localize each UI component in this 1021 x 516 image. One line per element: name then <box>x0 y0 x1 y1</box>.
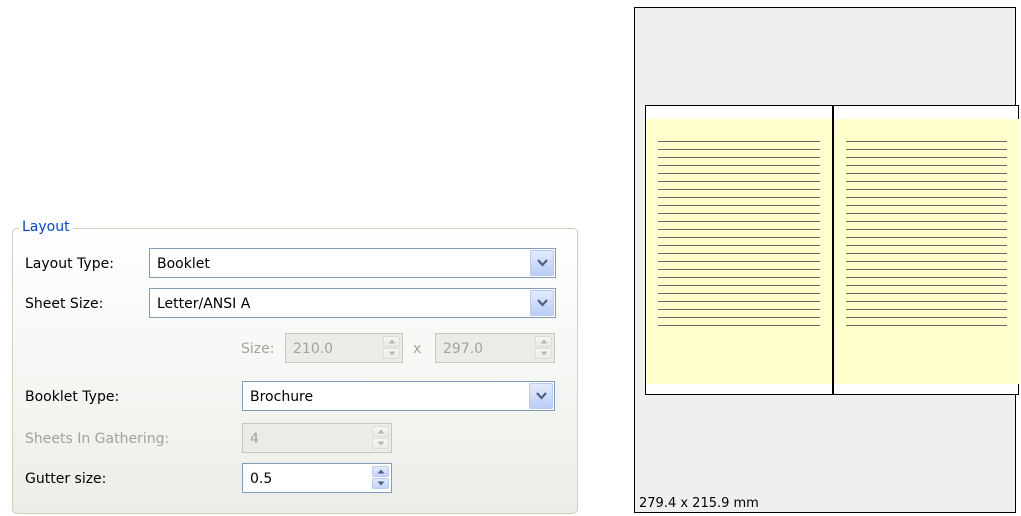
size-separator: x <box>413 341 422 357</box>
preview-text-line <box>658 277 820 278</box>
gutter-size-spin-buttons[interactable] <box>372 466 389 490</box>
preview-text-line <box>658 221 820 222</box>
chevron-down-icon[interactable] <box>529 383 553 409</box>
size-height-value: 297.0 <box>443 341 484 357</box>
preview-text-line <box>658 181 820 182</box>
preview-text-line <box>846 197 1007 198</box>
spin-up-icon[interactable] <box>372 426 389 437</box>
size-width-value: 210.0 <box>293 341 334 357</box>
chevron-down-icon[interactable] <box>530 290 554 316</box>
preview-text-line <box>846 149 1007 150</box>
preview-text-line <box>846 189 1007 190</box>
preview-text-line <box>846 165 1007 166</box>
preview-text-line <box>846 261 1007 262</box>
sheets-in-gathering-spin-buttons[interactable] <box>372 426 389 450</box>
layout-type-dropdown[interactable]: Booklet <box>149 248 556 278</box>
preview-text-line <box>658 149 820 150</box>
sheets-in-gathering-stepper[interactable]: 4 <box>242 423 392 453</box>
layout-type-value: Booklet <box>157 256 210 272</box>
preview-text-line <box>658 261 820 262</box>
preview-text-line <box>846 173 1007 174</box>
spin-down-icon[interactable] <box>383 348 400 359</box>
preview-sheet <box>645 105 1019 395</box>
sheet-size-value: Letter/ANSI A <box>157 296 251 312</box>
preview-text-line <box>846 181 1007 182</box>
preview-text-line <box>658 253 820 254</box>
booklet-type-value: Brochure <box>250 389 314 405</box>
preview-text-line <box>846 245 1007 246</box>
preview-text-line <box>658 189 820 190</box>
preview-text-line <box>846 237 1007 238</box>
sheets-in-gathering-value: 4 <box>250 431 259 447</box>
preview-text-line <box>658 205 820 206</box>
size-width-spin-buttons[interactable] <box>383 336 400 360</box>
preview-text-line <box>846 293 1007 294</box>
preview-text-line <box>846 285 1007 286</box>
layout-type-label: Layout Type: <box>25 256 114 272</box>
preview-text-line <box>658 269 820 270</box>
preview-dimensions: 279.4 x 215.9 mm <box>639 496 759 511</box>
preview-text-line <box>846 205 1007 206</box>
preview-text-line <box>658 293 820 294</box>
preview-page-right <box>834 119 1019 384</box>
spin-down-icon[interactable] <box>372 478 389 489</box>
gutter-size-value: 0.5 <box>250 471 273 487</box>
spin-down-icon[interactable] <box>535 348 552 359</box>
gutter-size-stepper[interactable]: 0.5 <box>242 463 392 493</box>
preview-text-line <box>658 317 820 318</box>
sheets-in-gathering-label: Sheets In Gathering: <box>25 431 170 447</box>
gutter-size-label: Gutter size: <box>25 471 107 487</box>
chevron-down-icon[interactable] <box>530 250 554 276</box>
preview-text-line <box>658 157 820 158</box>
preview-text-line <box>658 245 820 246</box>
preview-text-line <box>658 213 820 214</box>
preview-text-line <box>846 253 1007 254</box>
size-height-spin-buttons[interactable] <box>535 336 552 360</box>
preview-text-line <box>846 317 1007 318</box>
spin-up-icon[interactable] <box>372 466 389 477</box>
preview-text-line <box>658 285 820 286</box>
preview-text-line <box>658 165 820 166</box>
preview-text-line <box>658 309 820 310</box>
preview-text-line <box>846 277 1007 278</box>
booklet-type-dropdown[interactable]: Brochure <box>242 381 555 411</box>
preview-text-line <box>846 229 1007 230</box>
preview-text-line <box>658 325 820 326</box>
preview-text-line <box>846 301 1007 302</box>
size-width-stepper[interactable]: 210.0 <box>285 333 403 363</box>
preview-text-line <box>846 141 1007 142</box>
size-height-stepper[interactable]: 297.0 <box>435 333 555 363</box>
preview-text-line <box>658 301 820 302</box>
layout-group-title: Layout <box>19 218 73 236</box>
preview-page-left <box>646 119 832 384</box>
preview-text-line <box>846 269 1007 270</box>
preview-text-line <box>658 141 820 142</box>
spin-down-icon[interactable] <box>372 438 389 449</box>
preview-text-line <box>846 213 1007 214</box>
booklet-type-label: Booklet Type: <box>25 389 120 405</box>
preview-text-line <box>658 197 820 198</box>
preview-text-line <box>658 229 820 230</box>
size-label: Size: <box>241 341 275 357</box>
preview-fold-line <box>832 106 834 394</box>
sheet-size-label: Sheet Size: <box>25 296 104 312</box>
preview-text-line <box>846 221 1007 222</box>
spin-up-icon[interactable] <box>383 336 400 347</box>
preview-text-line <box>846 309 1007 310</box>
spin-up-icon[interactable] <box>535 336 552 347</box>
booklet-preview: 279.4 x 215.9 mm <box>634 7 1019 513</box>
sheet-size-dropdown[interactable]: Letter/ANSI A <box>149 288 556 318</box>
preview-text-line <box>658 173 820 174</box>
preview-text-line <box>846 157 1007 158</box>
preview-text-line <box>658 237 820 238</box>
preview-text-line <box>846 325 1007 326</box>
